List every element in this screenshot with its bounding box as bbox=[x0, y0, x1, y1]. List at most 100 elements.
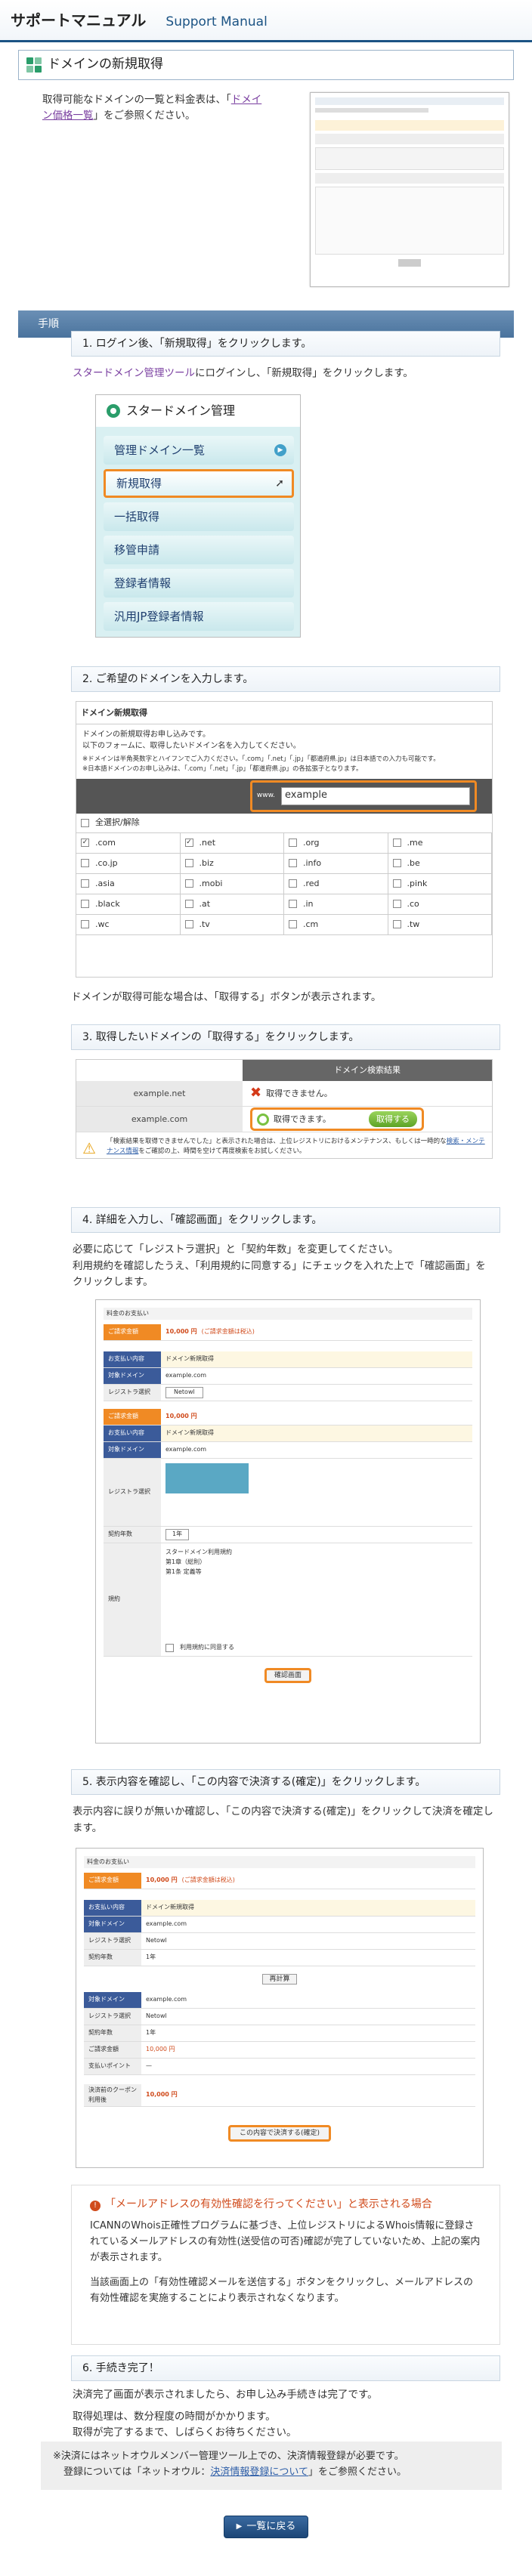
tld-checkbox[interactable]: .red bbox=[284, 873, 388, 894]
tld-checkbox[interactable]: .be bbox=[388, 853, 492, 874]
tld-checkbox[interactable]: .wc bbox=[76, 914, 181, 935]
tld-checkbox[interactable]: .at bbox=[180, 894, 284, 915]
domain-mock-title: ドメイン新規取得 bbox=[76, 702, 492, 724]
form-heading: 料金のお支払い bbox=[104, 1308, 472, 1320]
registrar-select[interactable]: Netowl bbox=[165, 1387, 203, 1398]
confirm-screen-button[interactable]: 確認画面 bbox=[264, 1668, 311, 1683]
domain-icon bbox=[26, 57, 42, 73]
tld-grid: ✓ .com ✓ .net .org .me .co.jp .biz .info .be .asia… bbox=[76, 832, 492, 935]
sidebar-item-registrant[interactable]: 登録者情報 bbox=[104, 569, 294, 598]
years-select[interactable]: 1年 bbox=[165, 1529, 190, 1540]
checkbox-icon bbox=[392, 920, 401, 928]
agree-checkbox[interactable]: 利用規約に同意する bbox=[165, 1643, 234, 1653]
tld-label: .co bbox=[407, 898, 419, 909]
domain-input-row: www. example bbox=[76, 778, 492, 814]
intro-text: 取得可能なドメインの一覧と料金表は、「ドメイン価格一覧」をご参照ください。 bbox=[42, 94, 262, 122]
tld-label: .in bbox=[303, 898, 314, 909]
checkbox-icon bbox=[81, 920, 89, 928]
tld-checkbox[interactable]: .black bbox=[76, 894, 181, 915]
tld-checkbox[interactable]: .mobi bbox=[180, 873, 284, 894]
confirm-heading: 料金のお支払い bbox=[84, 1856, 475, 1868]
cursor-icon: ➚ bbox=[275, 477, 284, 490]
tld-checkbox[interactable]: .pink bbox=[388, 873, 492, 894]
checkbox-icon bbox=[289, 879, 297, 888]
domain-mock-note: ※日本語ドメインのお申し込みは、「.com」「.net」「.jp」「都道府県.j… bbox=[82, 764, 363, 773]
sidebar-item-new-registration[interactable]: 新規取得 ➚ bbox=[104, 469, 294, 498]
tld-label: .biz bbox=[199, 857, 214, 868]
domain-search-mock: ドメイン新規取得 ドメインの新規取得お申し込みです。 以下のフォームに、取得した… bbox=[76, 701, 493, 978]
step-1-heading: 1. ログイン後、「新規取得」をクリックします。 bbox=[71, 331, 500, 357]
sidebar-item-domain-list[interactable]: 管理ドメイン一覧 ▶ bbox=[104, 436, 294, 465]
tld-checkbox[interactable]: ✓ .net bbox=[180, 832, 284, 854]
checkbox-icon bbox=[392, 839, 401, 847]
checkbox-icon bbox=[289, 839, 297, 847]
detail-form-mock: 料金のお支払い ご請求金額 10,000 円 (ご請求金額は税込) お支払い内容 ドメ… bbox=[95, 1299, 481, 1744]
star-domain-tool-link[interactable]: スタードメイン管理ツール bbox=[73, 367, 195, 379]
checkbox-icon bbox=[289, 900, 297, 908]
notice-para-1: ICANNのWhois正確性プログラムに基づき、上位レジストリによるWhois情… bbox=[90, 2220, 481, 2263]
tld-label: .at bbox=[199, 898, 211, 909]
step-1-text: スタードメイン管理ツールにログインし、「新規取得」をクリックします。 bbox=[73, 367, 413, 379]
sidebar-item-bulk[interactable]: 一括取得 bbox=[104, 502, 294, 531]
domain-mock-line: ドメインの新規取得お申し込みです。 bbox=[82, 730, 210, 739]
arrow-right-icon: ▶ bbox=[274, 444, 286, 456]
tld-label: .co.jp bbox=[95, 857, 118, 868]
recalc-button[interactable]: 再計算 bbox=[262, 1974, 297, 1985]
tld-checkbox[interactable]: .tv bbox=[180, 914, 284, 935]
sidebar-item-jp-registrant[interactable]: 汎用JP登録者情報 bbox=[104, 602, 294, 631]
domain-mock-note: ※ドメインは半角英数字とハイフンでご入力ください。「.com」「.net」「.j… bbox=[82, 755, 440, 763]
result-domain: example.net bbox=[76, 1081, 243, 1106]
back-to-list-button[interactable]: ▶ 一覧に戻る bbox=[224, 2516, 308, 2538]
header-title: サポートマニュアル bbox=[11, 11, 147, 29]
payment-info-link[interactable]: 決済情報登録について bbox=[210, 2466, 308, 2478]
step-2-heading: 2. ご希望のドメインを入力します。 bbox=[71, 666, 500, 692]
tld-label: .cm bbox=[303, 919, 319, 929]
tld-label: .me bbox=[407, 837, 423, 848]
domain-input[interactable]: example bbox=[281, 786, 470, 805]
submit-payment-button[interactable]: この内容で決済する(確定) bbox=[227, 2125, 332, 2142]
tld-checkbox[interactable]: .cm bbox=[284, 914, 388, 935]
checkbox-icon: ✓ bbox=[81, 839, 89, 847]
checkbox-icon bbox=[184, 879, 193, 888]
tld-checkbox[interactable]: .me bbox=[388, 832, 492, 854]
notice-title: ! 「メールアドレスの有効性確認を行ってください」と表示される場合 bbox=[90, 2196, 481, 2213]
checkbox-icon bbox=[392, 900, 401, 908]
checkbox-icon bbox=[289, 859, 297, 867]
domain-input-highlight: www. example bbox=[249, 780, 477, 812]
acquire-button[interactable]: 取得する bbox=[369, 1110, 417, 1128]
sidebar-item-transfer[interactable]: 移管申請 bbox=[104, 536, 294, 564]
section-title: 手順 bbox=[38, 317, 59, 330]
tld-checkbox[interactable]: .in bbox=[284, 894, 388, 915]
step-5-text: 表示内容に誤りが無いか確認し、「この内容で決済する(確定)」をクリックして決済を… bbox=[73, 1805, 493, 1834]
tld-label: .net bbox=[199, 837, 216, 848]
email-validity-notice: ! 「メールアドレスの有効性確認を行ってください」と表示される場合 ICANNのW… bbox=[71, 2185, 500, 2345]
tld-checkbox[interactable]: ✓ .com bbox=[76, 832, 181, 854]
search-result-mock: ドメイン検索結果 example.net ✖ 取得できません。 example.c… bbox=[76, 1059, 493, 1159]
star-domain-logo-icon bbox=[107, 404, 120, 418]
select-all-toggle[interactable]: 全選択/解除 bbox=[76, 814, 492, 833]
tld-checkbox[interactable]: .info bbox=[284, 853, 388, 874]
result-domain: example.com bbox=[76, 1107, 243, 1132]
tld-label: .pink bbox=[407, 878, 428, 888]
back-arrow-icon: ▶ bbox=[236, 2522, 243, 2531]
tld-label: .com bbox=[95, 837, 116, 848]
tld-checkbox[interactable]: .asia bbox=[76, 873, 181, 894]
step-6-heading: 6. 手続き完了！ bbox=[71, 2355, 500, 2381]
tld-label: .red bbox=[303, 878, 320, 888]
tld-label: .org bbox=[303, 837, 320, 848]
tld-checkbox[interactable]: .org bbox=[284, 832, 388, 854]
tld-checkbox[interactable]: .tw bbox=[388, 914, 492, 935]
page: サポートマニュアル Support Manual ドメインの新規取得 取得可能な… bbox=[0, 0, 532, 2576]
page-title-box: ドメインの新規取得 bbox=[18, 50, 514, 80]
info-icon: ! bbox=[90, 2201, 101, 2211]
step-4-text: 必要に応じて「レジストラ選択」と「契約年数」を変更してください。 利用規約を確認… bbox=[73, 1243, 486, 1289]
tld-checkbox[interactable]: .co.jp bbox=[76, 853, 181, 874]
tld-checkbox[interactable]: .co bbox=[388, 894, 492, 915]
checkbox-icon bbox=[289, 920, 297, 928]
header-subtitle: Support Manual bbox=[165, 14, 268, 29]
tld-checkbox[interactable]: .biz bbox=[180, 853, 284, 874]
confirm-mock: 料金のお支払い ご請求金額 10,000 円 (ご請求金額は税込) お支払い内容 ドメ… bbox=[76, 1848, 484, 2168]
result-header: ドメイン検索結果 bbox=[243, 1060, 492, 1081]
tld-label: .asia bbox=[95, 878, 115, 888]
payment-footer-note: ※決済にはネットオウルメンバー管理ツール上での、決済情報登録が必要です。 登録に… bbox=[41, 2442, 502, 2490]
